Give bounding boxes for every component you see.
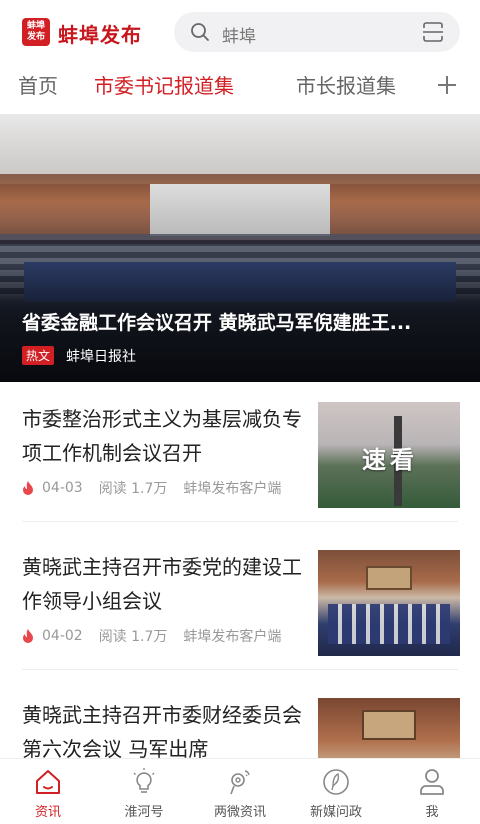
nav-label: 两微资讯 bbox=[213, 805, 266, 820]
nav-news[interactable]: 资讯 bbox=[0, 767, 96, 820]
search-input[interactable]: 蚌埠 bbox=[222, 22, 256, 47]
news-thumbnail bbox=[318, 550, 460, 656]
logo-badge-line1: 蚌埠 bbox=[26, 21, 45, 31]
news-source: 蚌埠发布客户端 bbox=[183, 481, 282, 497]
thumbnail-screen bbox=[362, 710, 416, 740]
banner-title: 省委金融工作会议召开 黄晓武马军倪建胜王... bbox=[22, 312, 412, 334]
tab-secretary-reports[interactable]: 市委书记报道集 bbox=[94, 70, 234, 99]
logo-text: 蚌埠发布 bbox=[58, 23, 142, 47]
news-reads: 阅读 1.7万 bbox=[98, 481, 168, 497]
fire-icon bbox=[23, 629, 33, 643]
news-meta: 04-02 阅读 1.7万 蚌埠发布客户端 bbox=[22, 626, 297, 646]
app-header: 蚌埠 发布 蚌埠发布 蚌埠 bbox=[0, 0, 480, 64]
thumbnail-table bbox=[328, 604, 450, 644]
user-icon bbox=[420, 769, 444, 795]
nav-label: 淮河号 bbox=[124, 805, 164, 820]
news-thumbnail: 速看 bbox=[318, 402, 460, 508]
add-channel-icon[interactable] bbox=[436, 74, 458, 96]
logo-badge: 蚌埠 发布 bbox=[22, 18, 50, 46]
search-icon bbox=[191, 23, 209, 41]
news-meta: 04-03 阅读 1.7万 蚌埠发布客户端 bbox=[22, 478, 297, 498]
banner-image-stage bbox=[150, 184, 330, 236]
news-title: 黄晓武主持召开市委党的建设工作领导小组会议 bbox=[22, 555, 302, 613]
thumbnail-screen bbox=[366, 566, 412, 590]
news-reads: 阅读 1.7万 bbox=[98, 629, 168, 645]
news-date: 04-02 bbox=[42, 628, 83, 644]
tab-mayor-reports[interactable]: 市长报道集 bbox=[296, 70, 396, 99]
nav-me[interactable]: 我 bbox=[384, 767, 480, 820]
nav-huaihe[interactable]: 淮河号 bbox=[96, 767, 192, 820]
nav-label: 资讯 bbox=[34, 805, 61, 820]
divider bbox=[22, 521, 458, 522]
hot-badge: 热文 bbox=[22, 346, 55, 365]
weibo-icon bbox=[230, 770, 250, 795]
nav-inquiry[interactable]: 新媒问政 bbox=[288, 767, 384, 820]
fire-icon bbox=[23, 481, 33, 495]
headline-banner[interactable]: 省委金融工作会议召开 黄晓武马军倪建胜王... 热文 蚌埠日报社 bbox=[0, 114, 480, 382]
thumbnail-caption: 速看 bbox=[362, 445, 418, 474]
channel-tabs: 首页 市委书记报道集 市长报道集 bbox=[0, 64, 480, 108]
news-title: 市委整治形式主义为基层减负专项工作机制会议召开 bbox=[22, 407, 302, 465]
nav-label: 我 bbox=[425, 805, 439, 820]
news-source: 蚌埠发布客户端 bbox=[183, 629, 282, 645]
news-item[interactable]: 市委整治形式主义为基层减负专项工作机制会议召开 04-03 阅读 1.7万 蚌埠… bbox=[0, 382, 480, 522]
home-icon bbox=[36, 770, 60, 794]
news-title: 黄晓武主持召开市委财经委员会第六次会议 马军出席 bbox=[22, 703, 302, 761]
scan-icon[interactable] bbox=[422, 21, 444, 43]
tab-home[interactable]: 首页 bbox=[18, 70, 58, 99]
search-bar[interactable]: 蚌埠 bbox=[174, 12, 460, 52]
divider bbox=[22, 669, 458, 670]
logo-badge-line2: 发布 bbox=[26, 32, 45, 42]
banner-source: 蚌埠日报社 bbox=[66, 349, 136, 365]
news-date: 04-03 bbox=[42, 480, 83, 496]
feather-icon bbox=[323, 769, 349, 795]
news-item[interactable]: 黄晓武主持召开市委党的建设工作领导小组会议 04-02 阅读 1.7万 蚌埠发布… bbox=[0, 530, 480, 670]
bulb-icon bbox=[133, 768, 155, 793]
bottom-nav: 资讯 淮河号 两微资讯 新媒问政 我 bbox=[0, 758, 480, 824]
nav-weibo[interactable]: 两微资讯 bbox=[192, 767, 288, 820]
nav-label: 新媒问政 bbox=[309, 805, 362, 820]
